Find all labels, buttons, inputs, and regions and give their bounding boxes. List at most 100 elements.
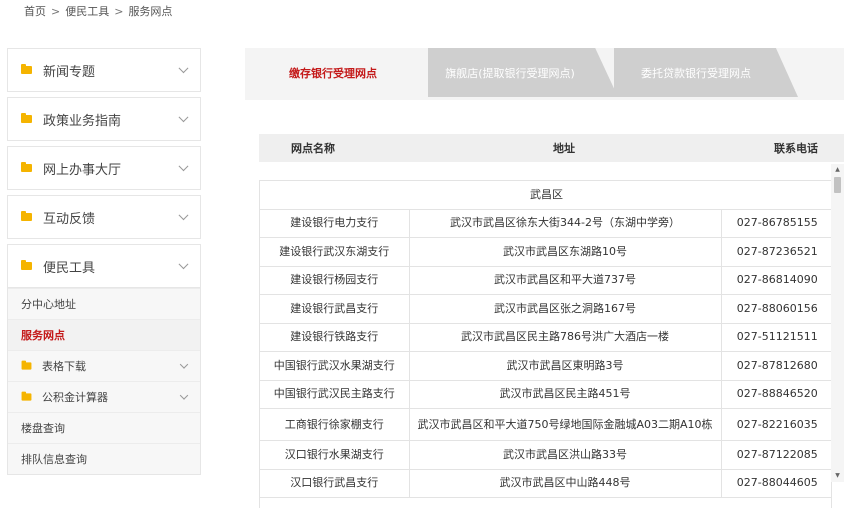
outlet-phone-cell: 027-51121511 [721, 323, 831, 352]
outlet-address-cell: 武汉市武昌区民主路451号 [409, 380, 722, 409]
district-label: 武昌区 [260, 181, 831, 210]
table-row: 工商银行徐家棚支行 武汉市武昌区和平大道750号绿地国际金融城A03二期A10栋 0… [260, 408, 831, 441]
submenu-item-form-download[interactable]: 表格下载 [8, 350, 200, 381]
outlet-name-cell: 建设银行杨园支行 [260, 266, 410, 295]
submenu-item-property-search[interactable]: 楼盘查询 [8, 412, 200, 443]
outlet-phone-cell: 027-88044605 [721, 469, 831, 498]
outlet-address-cell: 武汉市武昌区中山路448号 [409, 469, 722, 498]
submenu-item-label: 排队信息查询 [21, 453, 87, 466]
sidebar-item-label: 政策业务指南 [43, 113, 122, 129]
table-row: 建设银行武昌支行 武汉市武昌区张之洞路167号 027-88060156 [260, 294, 831, 324]
sidebar-item-online-hall[interactable]: 网上办事大厅 [7, 146, 201, 190]
folder-icon [21, 162, 32, 172]
submenu-item-branch-address[interactable]: 分中心地址 [8, 288, 200, 319]
table-body-scroll[interactable]: 武昌区 建设银行电力支行 武汉市武昌区徐东大街344-2号（东湖中学旁） 027-8… [259, 180, 832, 508]
outlet-phone-cell: 027-87812680 [721, 351, 831, 381]
submenu-item-label: 服务网点 [21, 329, 65, 342]
sidebar-item-tools[interactable]: 便民工具 [7, 244, 201, 288]
scroll-up-icon[interactable]: ▲ [831, 164, 844, 176]
district-row: 武昌区 [260, 181, 831, 210]
column-header-phone: 联系电话 [774, 142, 818, 155]
sidebar-item-label: 网上办事大厅 [43, 162, 122, 178]
scroll-down-icon[interactable]: ▼ [831, 470, 844, 482]
chevron-down-icon [178, 259, 189, 270]
table-row: 汉口银行水果湖支行 武汉市武昌区洪山路33号 027-87122085 [260, 440, 831, 470]
submenu-item-label: 楼盘查询 [21, 422, 65, 435]
outlet-name-cell: 中国银行武汉民主路支行 [260, 380, 410, 409]
outlet-address-cell: 武汉市武昌区和平大道737号 [409, 266, 722, 295]
outlet-phone-cell: 027-88060156 [721, 294, 831, 324]
outlet-phone-cell: 027-86814090 [721, 266, 831, 295]
breadcrumb-current: 服务网点 [128, 5, 173, 18]
outlet-phone-cell: 027-82216035 [721, 408, 831, 441]
outlet-name-cell: 工商银行徐家棚支行 [260, 408, 410, 441]
breadcrumb-separator: > [114, 5, 124, 18]
folder-icon [21, 211, 32, 221]
outlet-address-cell: 武汉市武昌区徐东大街344-2号（东湖中学旁） [409, 209, 722, 238]
table-row: 建设银行铁路支行 武汉市武昌区民主路786号洪广大酒店一楼 027-51121511 [260, 323, 831, 352]
submenu-item-fund-calculator[interactable]: 公积金计算器 [8, 381, 200, 412]
sidebar-item-label: 便民工具 [43, 260, 96, 276]
chevron-down-icon [178, 63, 189, 74]
table-row: 中国银行武汉民主路支行 武汉市武昌区民主路451号 027-88846520 [260, 380, 831, 409]
outlet-phone-cell: 027-87236521 [721, 237, 831, 267]
submenu-item-label: 表格下载 [42, 360, 86, 373]
sidebar-item-label: 互动反馈 [43, 211, 96, 227]
outlet-address-cell: 武汉市武昌区和平大道750号绿地国际金融城A03二期A10栋 [409, 408, 722, 441]
outlet-name-cell: 建设银行铁路支行 [260, 323, 410, 352]
breadcrumb-tools[interactable]: 便民工具 [65, 5, 109, 18]
tab-flagship-outlets[interactable]: 旗舰店(提取银行受理网点) [428, 48, 618, 97]
breadcrumb-home[interactable]: 首页 [24, 5, 46, 18]
chevron-down-icon [178, 210, 189, 221]
sidebar-item-label: 新闻专题 [43, 64, 96, 80]
sidebar-item-policy-guide[interactable]: 政策业务指南 [7, 97, 201, 141]
outlet-phone-cell: 027-87122085 [721, 440, 831, 470]
chevron-down-icon [179, 391, 189, 400]
outlet-address-cell: 武汉市武昌区民主路786号洪广大酒店一楼 [409, 323, 722, 352]
folder-icon [21, 391, 32, 401]
outlet-phone-cell: 027-88846520 [721, 380, 831, 409]
folder-icon [21, 360, 32, 370]
outlet-address-cell: 武汉市武昌区洪山路33号 [409, 440, 722, 470]
sidebar-item-feedback[interactable]: 互动反馈 [7, 195, 201, 239]
submenu-item-queue-info[interactable]: 排队信息查询 [8, 443, 200, 474]
sidebar-nav: 新闻专题 政策业务指南 网上办事大厅 互动反馈 便民工具 分中心地址 服务网点 … [7, 48, 201, 475]
folder-icon [21, 113, 32, 123]
scroll-thumb[interactable] [834, 177, 841, 193]
folder-icon [21, 260, 32, 270]
outlet-list: 武昌区 建设银行电力支行 武汉市武昌区徐东大街344-2号（东湖中学旁） 027-8… [260, 181, 831, 498]
sidebar-item-news[interactable]: 新闻专题 [7, 48, 201, 92]
table-row: 建设银行武汉东湖支行 武汉市武昌区东湖路10号 027-87236521 [260, 237, 831, 267]
table-row: 中国银行武汉水果湖支行 武汉市武昌区東明路3号 027-87812680 [260, 351, 831, 381]
submenu-item-label: 公积金计算器 [42, 391, 108, 404]
outlet-name-cell: 建设银行武汉东湖支行 [260, 237, 410, 267]
breadcrumb: 首页 > 便民工具 > 服务网点 [24, 4, 172, 20]
chevron-down-icon [179, 360, 189, 369]
column-header-address: 地址 [553, 142, 575, 155]
outlet-phone-cell: 027-86785155 [721, 209, 831, 238]
table-row: 汉口银行武昌支行 武汉市武昌区中山路448号 027-88044605 [260, 469, 831, 498]
tab-deposit-bank-outlets[interactable]: 缴存银行受理网点 [245, 48, 421, 97]
table-row: 建设银行杨园支行 武汉市武昌区和平大道737号 027-86814090 [260, 266, 831, 295]
column-header-name: 网点名称 [291, 142, 335, 155]
tab-bar: 委托贷款银行受理网点 旗舰店(提取银行受理网点) 缴存银行受理网点 [245, 48, 844, 100]
folder-icon [21, 64, 32, 74]
outlet-name-cell: 建设银行武昌支行 [260, 294, 410, 324]
table-header: 网点名称 地址 联系电话 [259, 134, 844, 162]
tools-submenu: 分中心地址 服务网点 表格下载 公积金计算器 楼盘查询 排队信息查询 [7, 288, 201, 475]
chevron-down-icon [178, 112, 189, 123]
table-row: 建设银行电力支行 武汉市武昌区徐东大街344-2号（东湖中学旁） 027-86785… [260, 209, 831, 238]
outlet-address-cell: 武汉市武昌区张之洞路167号 [409, 294, 722, 324]
tab-label: 缴存银行受理网点 [289, 66, 377, 80]
outlet-name-cell: 汉口银行武昌支行 [260, 469, 410, 498]
table-scrollbar[interactable]: ▲ ▼ [831, 164, 844, 482]
outlet-name-cell: 建设银行电力支行 [260, 209, 410, 238]
tab-label: 旗舰店(提取银行受理网点) [445, 66, 575, 80]
outlet-address-cell: 武汉市武昌区東明路3号 [409, 351, 722, 381]
tab-loan-bank-outlets[interactable]: 委托贷款银行受理网点 [614, 48, 798, 97]
outlet-address-cell: 武汉市武昌区东湖路10号 [409, 237, 722, 267]
submenu-item-service-outlets[interactable]: 服务网点 [8, 319, 200, 350]
outlet-table: 网点名称 地址 联系电话 武昌区 建设银行电力支行 武汉市武昌区徐东大街344-2… [259, 134, 844, 508]
tab-label: 委托贷款银行受理网点 [641, 66, 751, 80]
submenu-item-label: 分中心地址 [21, 298, 76, 311]
